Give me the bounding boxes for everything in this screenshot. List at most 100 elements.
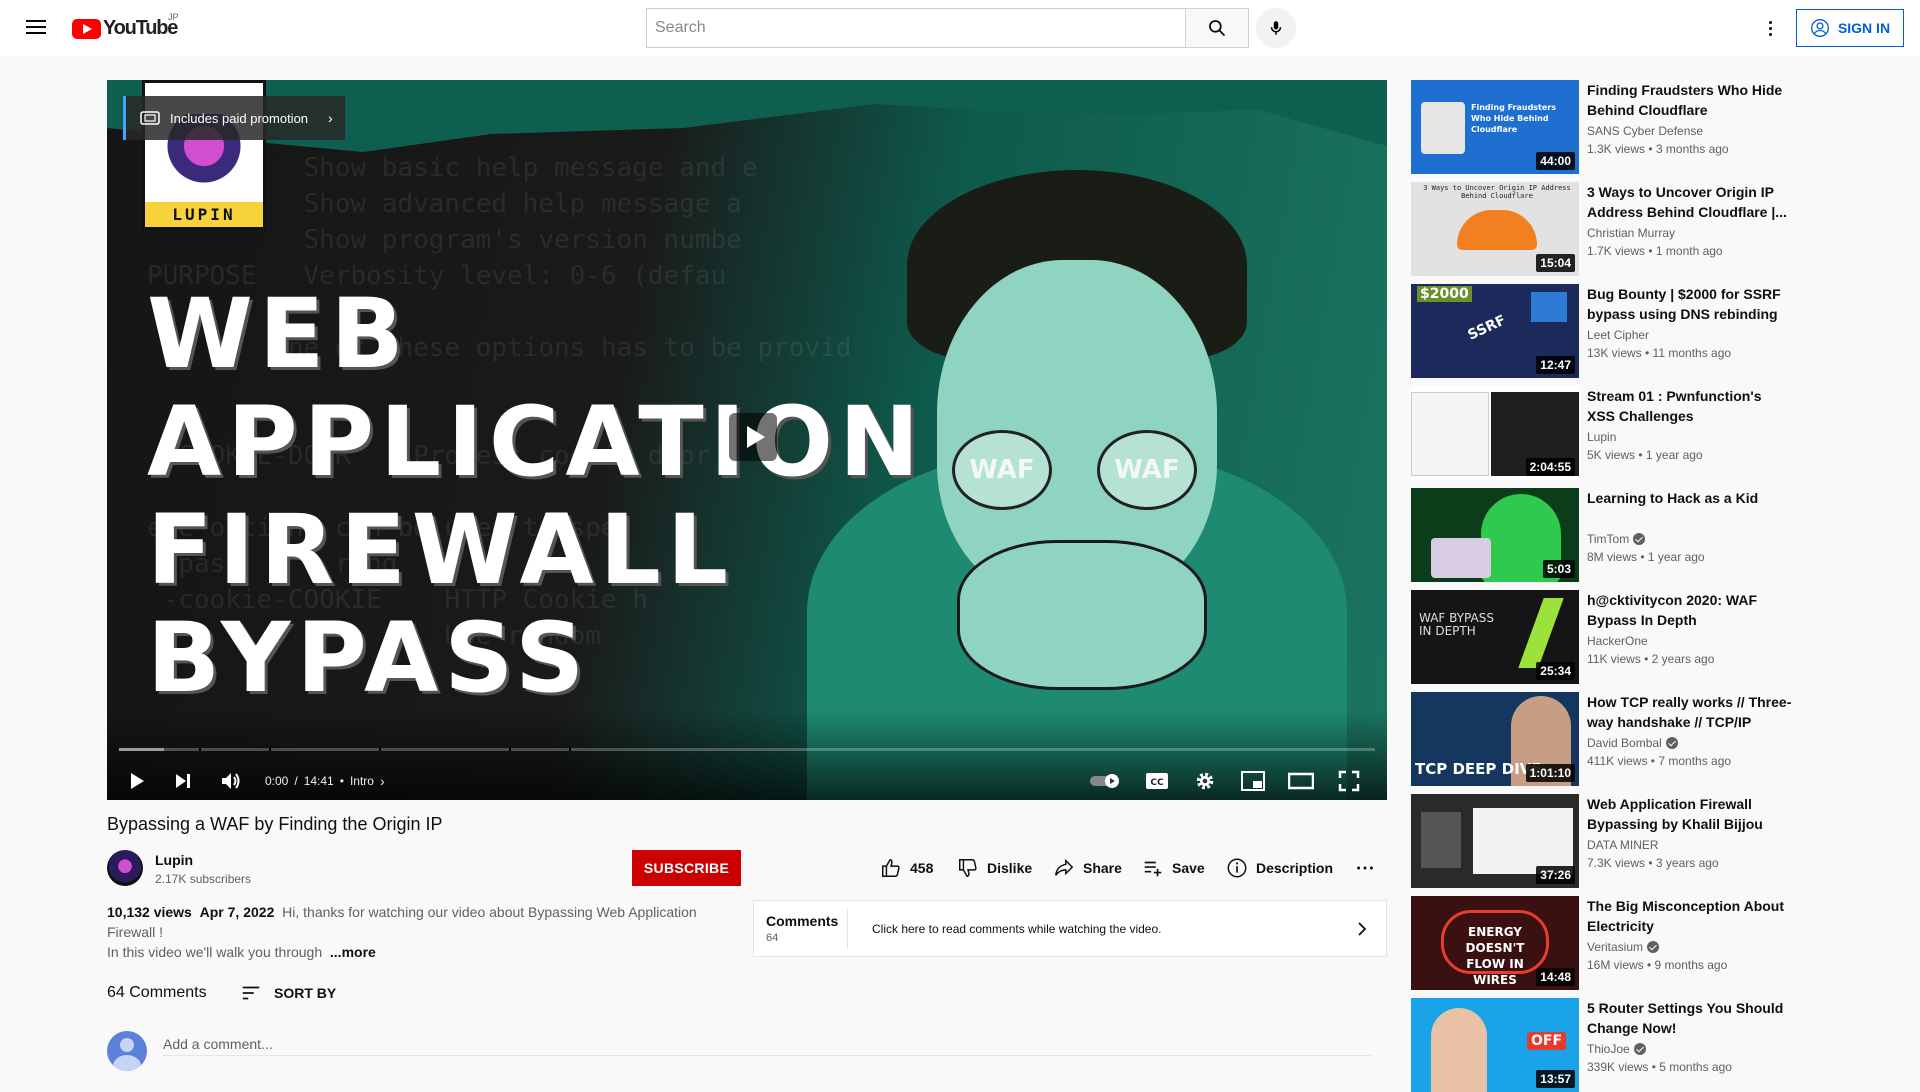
channel-name: DATA MINER: [1587, 838, 1659, 852]
dislike-label: Dislike: [987, 860, 1033, 876]
sign-in-button[interactable]: SIGN IN: [1796, 9, 1904, 47]
video-player[interactable]: Show basic help message and e Show advan…: [107, 80, 1387, 800]
center-play-button[interactable]: [729, 413, 777, 461]
settings-menu-icon[interactable]: [1758, 16, 1782, 40]
verified-badge-icon: [1633, 533, 1646, 545]
subscriber-count: 2.17K subscribers: [155, 872, 252, 886]
svg-text:CC: CC: [1150, 778, 1164, 788]
theater-mode-button[interactable]: [1281, 763, 1321, 799]
video-thumbnail: $2000 SSRF 12:47: [1411, 284, 1579, 378]
show-more-link[interactable]: ...more: [330, 944, 376, 960]
thumbnail-title-line: APPLICATION: [147, 386, 926, 498]
dislike-button[interactable]: Dislike: [957, 852, 1032, 884]
video-thumbnail: WAF BYPASS IN DEPTH 25:34: [1411, 590, 1579, 684]
autoplay-toggle[interactable]: [1087, 763, 1127, 799]
fullscreen-icon: [1338, 770, 1360, 792]
thumbnail-title-line: BYPASS: [147, 602, 591, 714]
search-button[interactable]: [1185, 8, 1249, 48]
play-button[interactable]: [119, 763, 155, 799]
subtitles-button[interactable]: CC: [1137, 763, 1177, 799]
recommendation-item[interactable]: 5:03 Learning to Hack as a Kid TimTom 8M…: [1411, 488, 1911, 582]
channel-name[interactable]: Lupin: [155, 852, 193, 868]
recommendation-item[interactable]: $2000 SSRF 12:47 Bug Bounty | $2000 for …: [1411, 284, 1911, 378]
sort-by-label: SORT BY: [274, 985, 337, 1001]
comments-panel[interactable]: Comments 64 Click here to read comments …: [753, 900, 1387, 957]
sort-by-button[interactable]: SORT BY: [240, 982, 336, 1004]
share-button[interactable]: Share: [1053, 852, 1122, 884]
upload-date: Apr 7, 2022: [199, 904, 275, 920]
recommendation-meta: 339K views • 5 months ago: [1587, 1060, 1732, 1074]
chapter-title[interactable]: Intro: [350, 774, 374, 788]
thumbnail-text: SSRF: [1465, 312, 1509, 344]
more-actions-button[interactable]: [1354, 852, 1376, 884]
view-count: 10,132 views: [107, 904, 192, 920]
chapter-separator-dot: •: [339, 774, 344, 788]
video-thumbnail: 2:04:55: [1411, 386, 1579, 480]
save-button[interactable]: Save: [1142, 852, 1205, 884]
recommendation-item[interactable]: Finding Fraudsters Who Hide Behind Cloud…: [1411, 80, 1911, 174]
video-title: Bypassing a WAF by Finding the Origin IP: [107, 814, 443, 834]
thumbnail-text: 3 Ways to Uncover Origin IP Address Behi…: [1423, 184, 1571, 200]
recommendation-title: Finding Fraudsters Who Hide Behind Cloud…: [1587, 82, 1783, 118]
recommendation-meta: 13K views • 11 months ago: [1587, 346, 1732, 360]
recommendation-meta: 5K views • 1 year ago: [1587, 448, 1703, 462]
voice-search-button[interactable]: [1256, 8, 1296, 48]
recommendation-meta: 16M views • 9 months ago: [1587, 958, 1728, 972]
thumbnail-text: Finding Fraudsters Who Hide Behind Cloud…: [1471, 103, 1557, 134]
time-separator: /: [294, 774, 298, 788]
miniplayer-button[interactable]: [1233, 763, 1273, 799]
add-to-playlist-icon: [1144, 861, 1162, 877]
description-box[interactable]: 10,132 views Apr 7, 2022 Hi, thanks for …: [107, 902, 707, 962]
comments-panel-count: 64: [766, 932, 779, 944]
recommendation-meta: 1.7K views • 1 month ago: [1587, 244, 1723, 258]
description-label: Description: [1256, 860, 1334, 876]
comments-panel-header: Comments 64: [754, 908, 848, 949]
video-thumbnail: ENERGY DOESN'T FLOW IN WIRES 14:48: [1411, 896, 1579, 990]
recommendation-title: 5 Router Settings You Should Change Now!: [1587, 1000, 1784, 1036]
recommendation-item[interactable]: WAF BYPASS IN DEPTH 25:34 h@cktivitycon …: [1411, 590, 1911, 684]
autoplay-toggle-icon: [1090, 774, 1119, 788]
recommendation-meta: 11K views • 2 years ago: [1587, 652, 1715, 666]
progress-bar[interactable]: [119, 748, 1375, 751]
recommendation-item[interactable]: OFF 13:57 5 Router Settings You Should C…: [1411, 998, 1911, 1092]
paid-promotion-badge[interactable]: Includes paid promotion ›: [123, 96, 345, 140]
lupin-logo-text: LUPIN: [145, 202, 263, 227]
video-duration: 2:04:55: [1525, 458, 1575, 476]
recommendation-title: Stream 01 : Pwnfunction's XSS Challenges: [1587, 388, 1762, 424]
share-label: Share: [1083, 860, 1122, 876]
microphone-icon: [1270, 21, 1282, 35]
menu-icon[interactable]: [24, 16, 48, 40]
mute-button[interactable]: [213, 763, 249, 799]
recommendation-meta: 8M views • 1 year ago: [1587, 550, 1705, 564]
recommendation-item[interactable]: ENERGY DOESN'T FLOW IN WIRES 14:48 The B…: [1411, 896, 1911, 990]
verified-badge-icon: [1633, 1043, 1646, 1055]
thumbnail-title-line: WEB: [147, 278, 410, 390]
youtube-logo[interactable]: YouTube JP: [72, 12, 179, 40]
recommendation-channel: Leet Cipher: [1587, 328, 1649, 342]
recommendation-item[interactable]: 2:04:55 Stream 01 : Pwnfunction's XSS Ch…: [1411, 386, 1911, 480]
more-horizontal-icon: [1357, 866, 1373, 870]
description-button[interactable]: Description: [1226, 852, 1333, 884]
recommendation-title: Web Application Firewall Bypassing by Kh…: [1587, 796, 1763, 832]
video-duration: 25:34: [1536, 662, 1575, 680]
like-button[interactable]: 458: [880, 852, 933, 884]
account-icon: [1810, 19, 1829, 37]
thumbnail-text: OFF: [1527, 1032, 1567, 1050]
recommendation-channel: DATA MINER: [1587, 838, 1659, 852]
thumbnail-text: TCP DEEP DIVE: [1415, 760, 1542, 778]
search-input[interactable]: [646, 8, 1185, 48]
subscribe-button[interactable]: SUBSCRIBE: [632, 850, 741, 886]
next-button[interactable]: [165, 763, 201, 799]
channel-avatar[interactable]: [107, 850, 143, 886]
settings-button[interactable]: [1185, 763, 1225, 799]
recommendation-item[interactable]: 3 Ways to Uncover Origin IP Address Behi…: [1411, 182, 1911, 276]
recommendation-item[interactable]: 37:26 Web Application Firewall Bypassing…: [1411, 794, 1911, 888]
recommendation-channel: Christian Murray: [1587, 226, 1675, 240]
gear-icon: [1196, 772, 1214, 790]
recommendation-item[interactable]: TCP DEEP DIVE 1:01:10 How TCP really wor…: [1411, 692, 1911, 786]
video-duration: 14:48: [1536, 968, 1575, 986]
chapter-marker: [199, 748, 201, 751]
recommendation-channel: TimTom: [1587, 532, 1646, 546]
add-comment-input[interactable]: [163, 1032, 1371, 1056]
fullscreen-button[interactable]: [1329, 763, 1369, 799]
